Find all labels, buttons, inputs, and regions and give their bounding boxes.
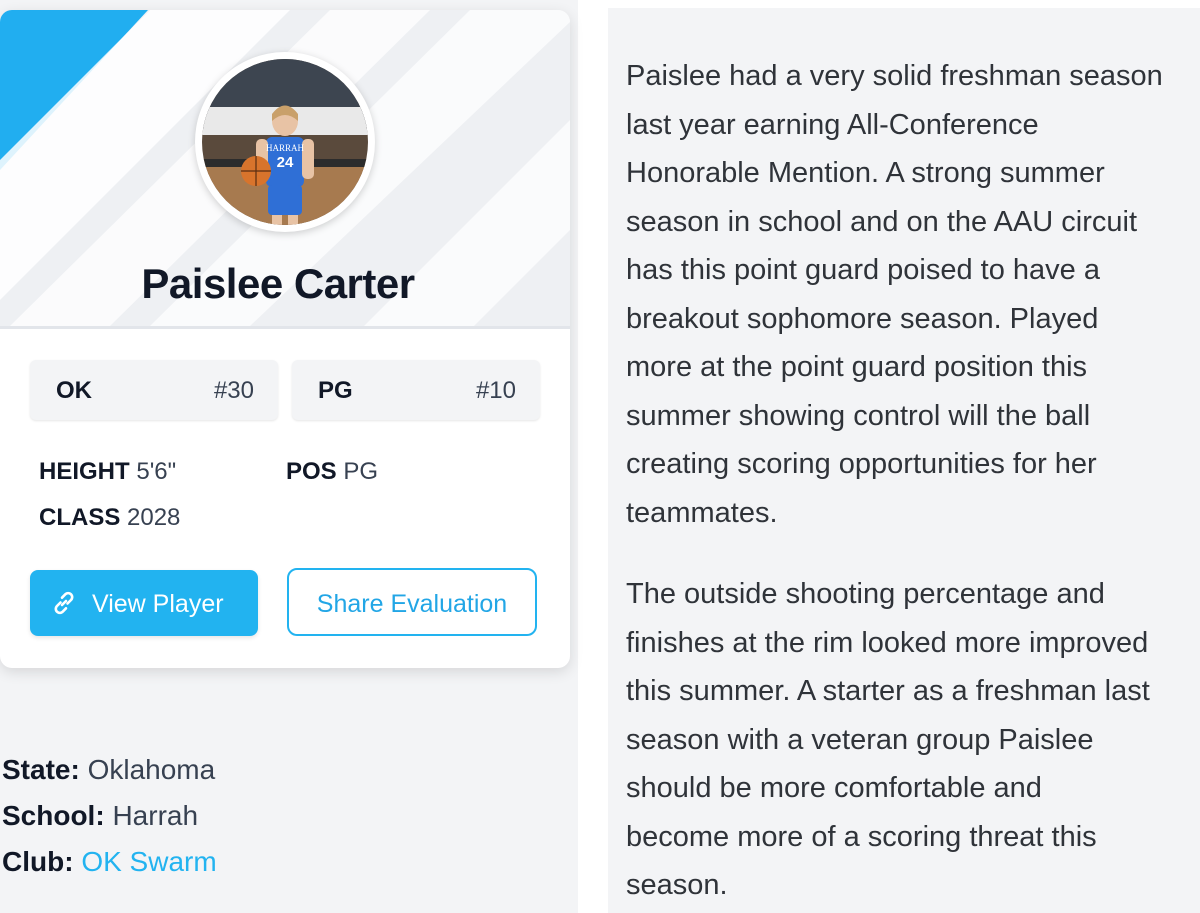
school-label: School:	[2, 800, 105, 831]
header-divider	[0, 326, 570, 329]
stat-pill-value: #10	[475, 377, 516, 404]
card-header: HARRAH 24 Paislee Carter	[0, 10, 570, 326]
view-player-button[interactable]: View Player	[30, 570, 258, 636]
state-label: State:	[2, 754, 80, 785]
stat-pill-key: OK	[56, 377, 92, 404]
club-label: Club:	[2, 846, 74, 877]
class-info: CLASS 2028	[39, 504, 180, 532]
evaluation-paragraph-1: Paislee had a very solid freshman season…	[626, 60, 1163, 529]
state-value: Oklahoma	[87, 754, 216, 785]
club-link[interactable]: OK Swarm	[81, 846, 216, 877]
jersey-number: 24	[277, 154, 294, 171]
stat-pill-value: #30	[213, 377, 254, 404]
player-photo: HARRAH 24	[202, 59, 368, 225]
link-icon	[54, 591, 74, 615]
player-card-column: HARRAH 24 Paislee Carter OK #30 PG #10 H…	[0, 0, 578, 913]
club-row: Club: OK Swarm	[2, 846, 217, 878]
pos-label: POS	[286, 458, 337, 485]
height-value: 5'6"	[136, 458, 177, 485]
school-row: School: Harrah	[2, 800, 198, 832]
evaluation-panel: Paislee had a very solid freshman season…	[608, 8, 1200, 913]
height-label: HEIGHT	[39, 458, 130, 485]
stat-pill-position-rank: PG #10	[292, 360, 540, 420]
share-evaluation-button[interactable]: Share Evaluation	[287, 568, 537, 636]
player-avatar: HARRAH 24	[195, 52, 375, 232]
pos-value: PG	[343, 458, 379, 485]
class-label: CLASS	[39, 504, 121, 531]
school-value: Harrah	[112, 800, 199, 831]
view-player-label: View Player	[92, 590, 224, 618]
stat-pill-key: PG	[318, 377, 353, 404]
share-evaluation-label: Share Evaluation	[316, 590, 508, 618]
player-name: Paislee Carter	[141, 260, 415, 307]
class-value: 2028	[127, 504, 181, 531]
height-info: HEIGHT 5'6"	[39, 458, 176, 486]
stat-pill-state-rank: OK #30	[30, 360, 278, 420]
jersey-text: HARRAH	[266, 143, 305, 153]
position-info: POS PG	[286, 458, 378, 486]
player-card: HARRAH 24 Paislee Carter OK #30 PG #10 H…	[0, 10, 570, 668]
evaluation-paragraph-2: The outside shooting percentage and fini…	[626, 578, 1150, 901]
state-row: State: Oklahoma	[2, 754, 215, 786]
